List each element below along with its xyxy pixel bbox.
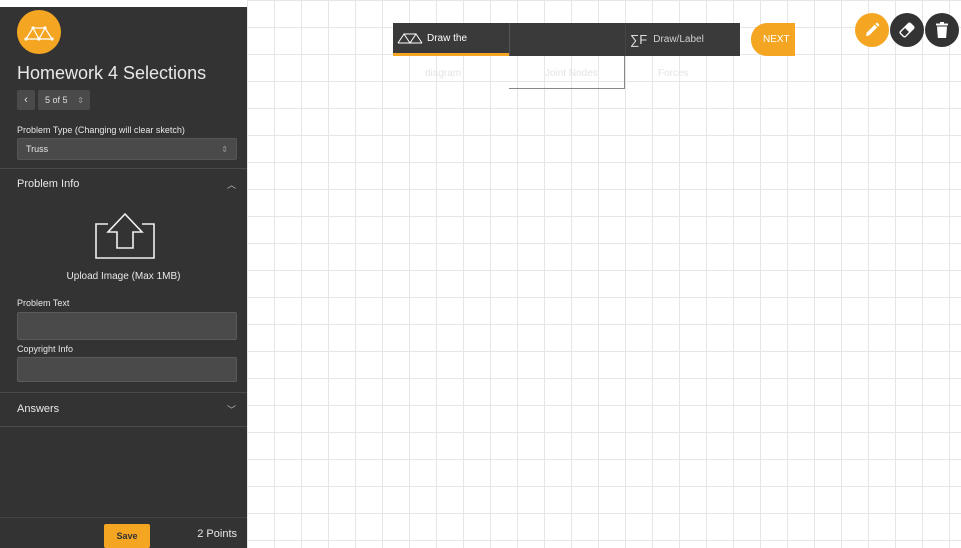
upload-label: Upload Image (Max 1MB) [66, 271, 181, 282]
pencil-icon[interactable] [855, 13, 889, 47]
save-button[interactable]: Save [104, 524, 150, 548]
eraser-icon[interactable] [890, 13, 924, 47]
points-label: 2 Points [197, 528, 237, 540]
problem-type-label: Problem Type (Changing will clear sketch… [17, 125, 185, 135]
answers-heading: Answers [17, 403, 60, 415]
problem-select[interactable]: 5 of 5 ⇕ [38, 90, 90, 110]
updown-icon: ⇕ [221, 144, 228, 154]
next-button[interactable]: NEXT [751, 23, 795, 56]
copyright-field[interactable] [17, 357, 237, 382]
tab-draw-label-forces[interactable]: ∑F Draw/Label [625, 23, 740, 56]
problem-pager: ‹ 5 of 5 ⇕ [17, 90, 90, 110]
chevron-up-icon: ︿ [226, 179, 236, 190]
truss-icon [397, 33, 423, 44]
footer-divider [0, 517, 247, 518]
tab-ghost-label: Joint Nodes [545, 68, 598, 79]
step-tabs: Draw the ∑F Draw/Label [393, 23, 740, 56]
problem-info-heading: Problem Info [17, 178, 80, 190]
tab-ghost-label: diagram [425, 68, 462, 79]
sigma-f-icon: ∑F [630, 32, 648, 47]
problem-text-field[interactable] [17, 312, 237, 340]
tab-joint-nodes[interactable] [509, 23, 625, 56]
chevron-left-icon[interactable]: ‹ [17, 90, 35, 110]
divider [0, 392, 247, 393]
copyright-label: Copyright Info [17, 344, 74, 354]
divider [0, 426, 247, 427]
problem-type-select[interactable]: Truss ⇕ [17, 138, 237, 160]
upload-icon[interactable] [94, 212, 156, 260]
updown-icon: ⇕ [77, 95, 84, 105]
truss-logo-icon[interactable] [17, 10, 61, 54]
chevron-down-icon: ﹀ [226, 404, 236, 415]
tab-ghost-label: Forces [658, 68, 689, 79]
problem-info-header[interactable]: Problem Info ︿ [0, 169, 247, 199]
trash-icon[interactable] [925, 13, 959, 47]
answers-header[interactable]: Answers ﹀ [0, 394, 247, 424]
problem-select-value: 5 of 5 [45, 95, 68, 105]
page-title: Homework 4 Selections [17, 63, 207, 83]
problem-text-label: Problem Text [17, 298, 70, 308]
tab-label: Draw/Label [653, 34, 704, 45]
problem-type-value: Truss [26, 144, 49, 154]
tab-draw-diagram[interactable]: Draw the [393, 23, 509, 56]
tab-label: Draw the [427, 32, 468, 44]
sidebar: Homework 4 Selections ‹ 5 of 5 ⇕ Problem… [0, 7, 247, 548]
